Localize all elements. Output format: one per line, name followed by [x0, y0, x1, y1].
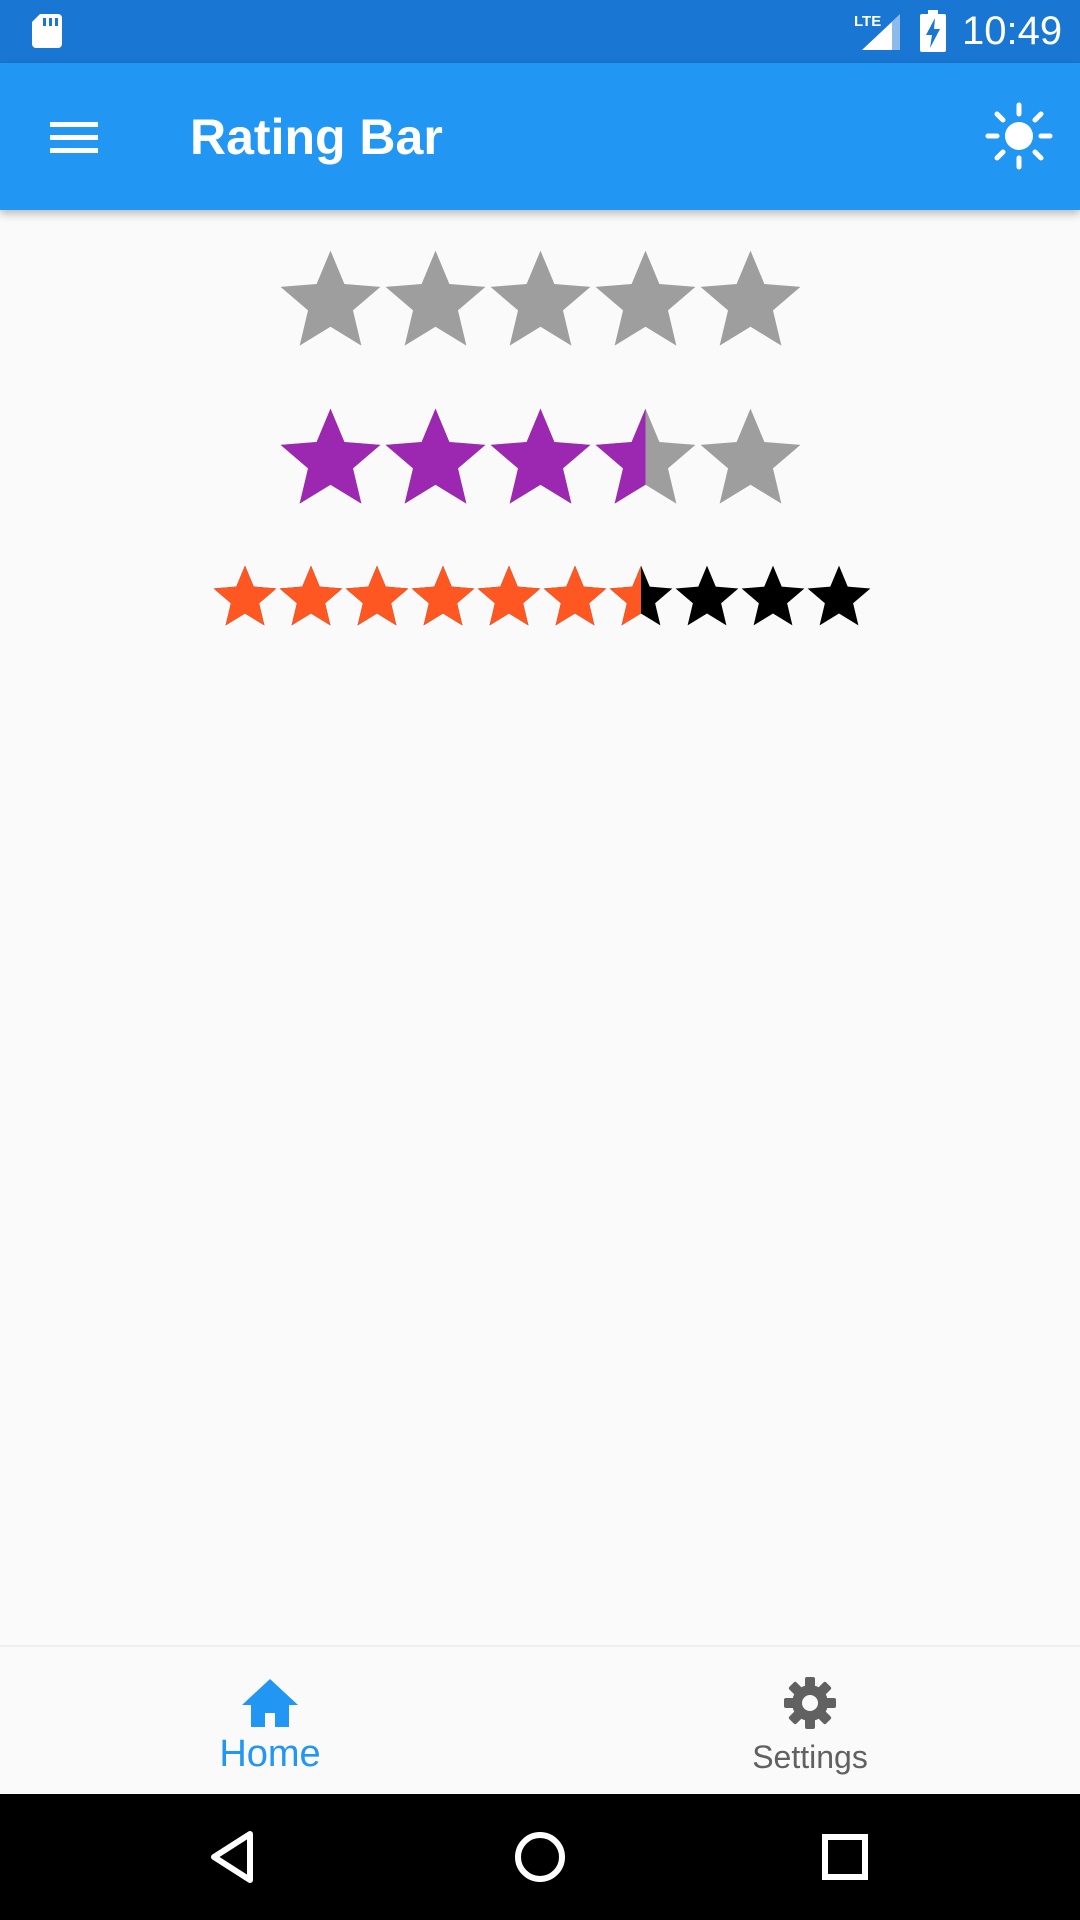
- rating-star[interactable]: [280, 250, 381, 346]
- rating-star[interactable]: [490, 250, 591, 346]
- rating-star[interactable]: [345, 565, 409, 626]
- rating-star[interactable]: [477, 565, 541, 626]
- rating-star[interactable]: [700, 408, 801, 504]
- nav-item-home[interactable]: Home: [0, 1647, 540, 1796]
- nav-item-settings[interactable]: Settings: [540, 1647, 1080, 1796]
- sd-card-icon: [32, 14, 62, 48]
- brightness-icon[interactable]: [984, 101, 1054, 171]
- page-title: Rating Bar: [190, 109, 443, 165]
- recents-icon[interactable]: [810, 1822, 880, 1892]
- rating-star[interactable]: [279, 565, 343, 626]
- rating-star[interactable]: [609, 565, 673, 626]
- rating-star[interactable]: [490, 408, 591, 504]
- rating-star[interactable]: [280, 408, 381, 504]
- home-circle-icon[interactable]: [505, 1822, 575, 1892]
- rating-star[interactable]: [700, 250, 801, 346]
- rating-star[interactable]: [595, 250, 696, 346]
- rating-star[interactable]: [213, 565, 277, 626]
- rating-star[interactable]: [741, 565, 805, 626]
- status-bar: LTE 10:49: [0, 0, 1080, 63]
- nav-label-settings: Settings: [752, 1739, 868, 1775]
- rating-bar-half[interactable]: [278, 406, 803, 511]
- rating-bar-empty[interactable]: [278, 248, 803, 353]
- rating-star[interactable]: [807, 565, 871, 626]
- bottom-navigation: Home Settings: [0, 1645, 1080, 1796]
- status-clock: 10:49: [962, 9, 1063, 53]
- rating-star[interactable]: [675, 565, 739, 626]
- rating-star[interactable]: [385, 250, 486, 346]
- system-navigation-bar: [0, 1794, 1080, 1920]
- rating-star[interactable]: [411, 565, 475, 626]
- back-icon[interactable]: [200, 1822, 270, 1892]
- rating-bar-ten-stars[interactable]: [212, 564, 872, 630]
- lte-signal-icon: LTE: [854, 13, 900, 50]
- nav-label-home: Home: [219, 1733, 321, 1775]
- rating-star[interactable]: [385, 408, 486, 504]
- app-bar: Rating Bar: [0, 63, 1080, 210]
- battery-charging-icon: [920, 10, 946, 52]
- menu-icon[interactable]: [36, 107, 110, 167]
- home-icon: [242, 1679, 298, 1727]
- rating-star[interactable]: [595, 408, 696, 504]
- rating-star[interactable]: [543, 565, 607, 626]
- settings-gear-icon: [784, 1677, 836, 1729]
- lte-label: LTE: [854, 13, 881, 30]
